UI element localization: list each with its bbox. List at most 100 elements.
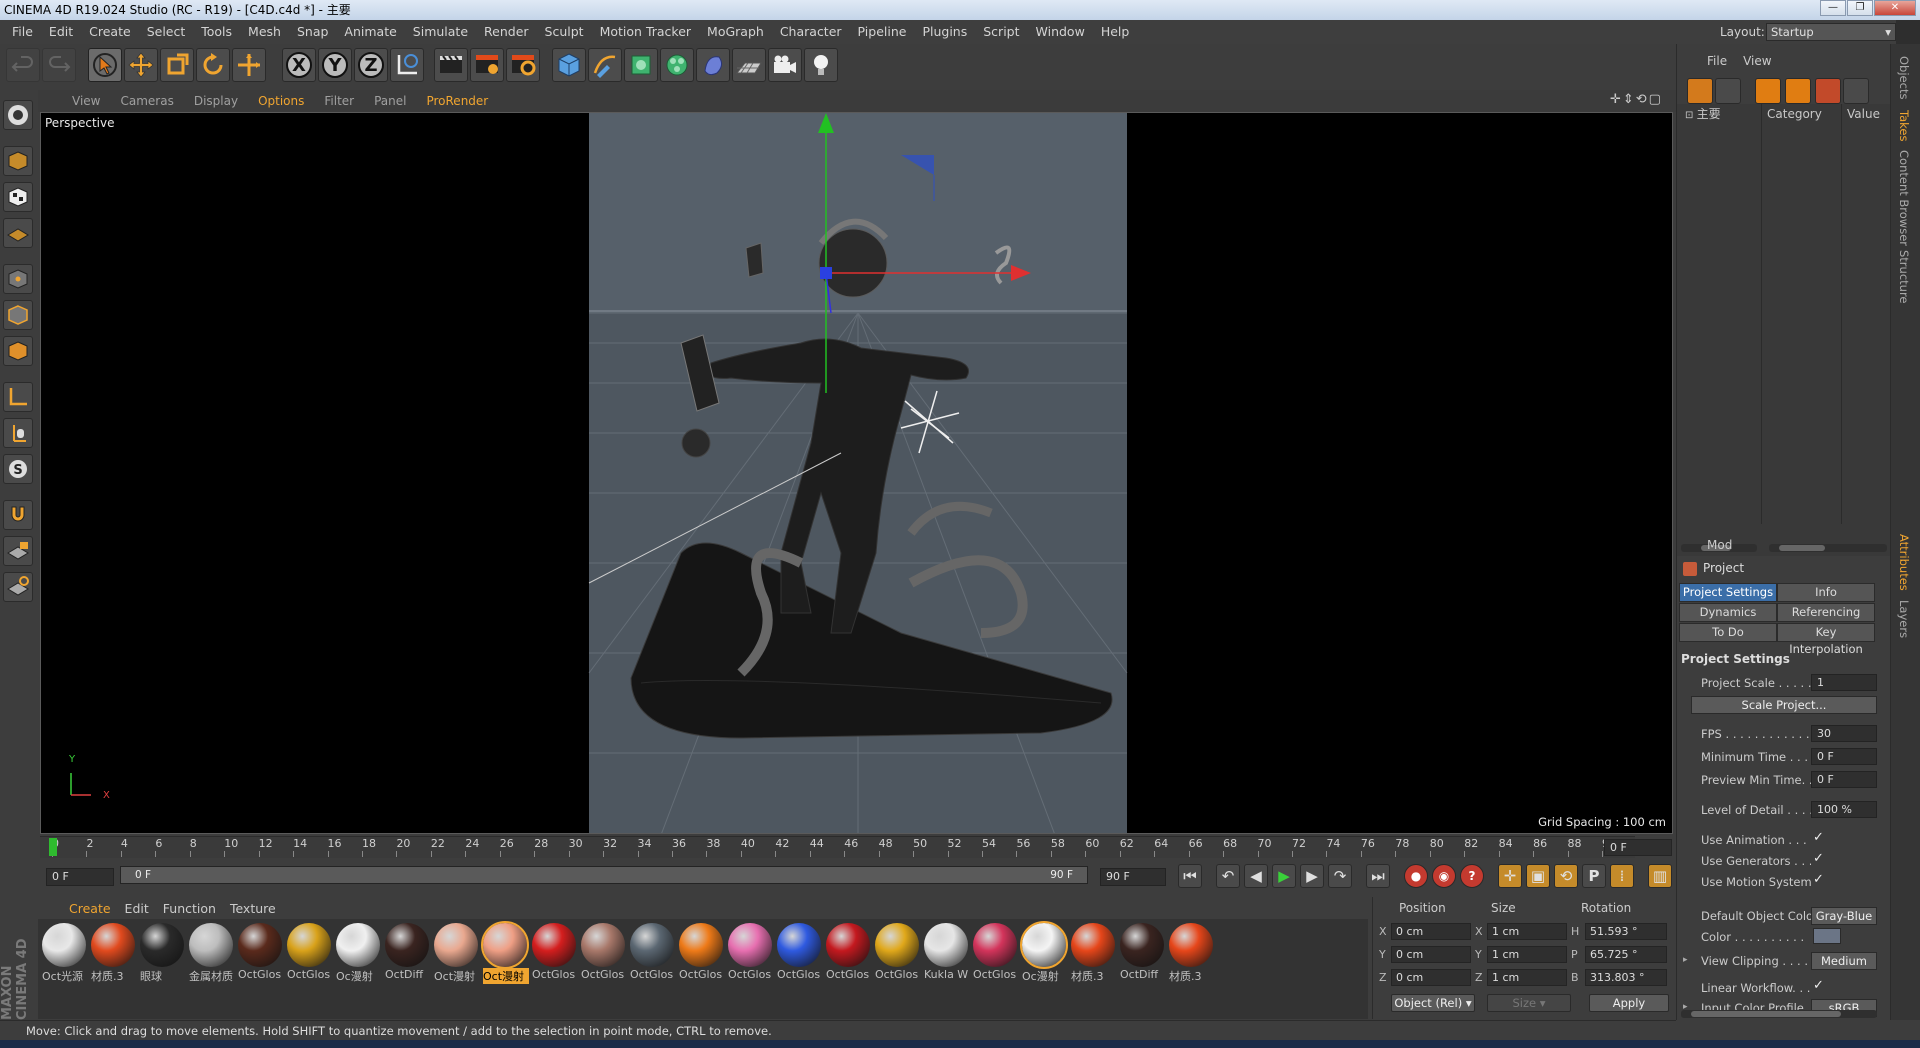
cube-icon[interactable] [552, 48, 586, 82]
current-frame-field[interactable]: 0 F [1604, 839, 1672, 856]
light-icon[interactable] [804, 48, 838, 82]
keyframe-selection-icon[interactable]: ? [1460, 864, 1484, 888]
subdivision-surface-icon[interactable] [624, 48, 658, 82]
viewport-menu-filter[interactable]: Filter [314, 90, 364, 112]
material-swatch[interactable]: 材质.3 [1071, 923, 1117, 983]
attributes-scrollbar[interactable] [1681, 1010, 1877, 1018]
y-axis-lock-button[interactable]: Y [318, 48, 352, 82]
enable-axis-icon[interactable] [3, 382, 33, 412]
rot-h-field[interactable]: 51.593 ° [1585, 923, 1667, 940]
menu-create[interactable]: Create [81, 20, 139, 44]
pen-spline-icon[interactable] [588, 48, 622, 82]
default-object-color-dropdown[interactable]: Gray-Blue [1811, 907, 1877, 925]
tab-project-settings[interactable]: Project Settings [1679, 583, 1777, 602]
pos-y-field[interactable]: 0 cm [1391, 946, 1471, 963]
key-position-icon[interactable]: ✛ [1498, 864, 1522, 888]
material-swatch[interactable]: Oct漫射 [481, 921, 529, 984]
menu-file[interactable]: File [4, 20, 41, 44]
start-frame-field[interactable]: 0 F [46, 868, 114, 886]
override-icon[interactable] [1755, 78, 1781, 104]
take-add-icon[interactable] [1687, 78, 1713, 104]
use-animation-checkbox[interactable]: ✓ [1813, 830, 1824, 845]
coordinate-mode-dropdown[interactable]: Object (Rel) ▾ [1391, 994, 1475, 1012]
menu-help[interactable]: Help [1093, 20, 1138, 44]
viewport-menu-panel[interactable]: Panel [364, 90, 416, 112]
size-x-field[interactable]: 1 cm [1487, 923, 1567, 940]
material-swatch[interactable]: OctDiff [1120, 923, 1166, 983]
timeline-window-icon[interactable]: ▥ [1648, 864, 1672, 888]
linear-workflow-checkbox[interactable]: ✓ [1813, 978, 1824, 993]
viewport-menu-options[interactable]: Options [248, 90, 314, 112]
viewport-menu-cameras[interactable]: Cameras [110, 90, 183, 112]
view-clipping-dropdown[interactable]: Medium [1811, 952, 1877, 970]
next-key-icon[interactable]: ↷ [1328, 864, 1352, 888]
tab-info[interactable]: Info [1777, 583, 1875, 602]
menu-snap[interactable]: Snap [289, 20, 336, 44]
undo-icon[interactable] [6, 48, 40, 82]
material-swatch[interactable]: OctGlos [973, 923, 1019, 983]
previous-key-icon[interactable]: ↶ [1216, 864, 1240, 888]
previous-frame-icon[interactable]: ◀ [1244, 864, 1268, 888]
color-swatch[interactable] [1813, 928, 1841, 944]
menu-character[interactable]: Character [772, 20, 850, 44]
key-parameter-icon[interactable]: P [1582, 864, 1606, 888]
pos-x-field[interactable]: 0 cm [1391, 923, 1471, 940]
menu-render[interactable]: Render [476, 20, 537, 44]
close-button[interactable]: ✕ [1874, 0, 1916, 16]
material-swatch[interactable]: OctGlos [238, 923, 284, 983]
workplane-mode-icon[interactable] [3, 218, 33, 248]
minimum-time-field[interactable]: 0 F [1811, 748, 1877, 765]
playhead[interactable] [49, 838, 57, 856]
minimize-button[interactable]: — [1820, 0, 1846, 16]
recent-tool-icon[interactable] [232, 48, 266, 82]
size-z-field[interactable]: 1 cm [1487, 969, 1567, 986]
take-tools-icon[interactable] [1715, 78, 1741, 104]
tab-objects[interactable]: Objects [1897, 56, 1911, 99]
viewport-menu-prorender[interactable]: ProRender [416, 90, 498, 112]
material-swatch[interactable]: OctGlos [679, 923, 725, 983]
material-swatch[interactable]: OctGlos [287, 923, 333, 983]
material-swatch[interactable]: 材质.3 [1169, 923, 1215, 983]
expand-arrow-icon[interactable]: ▸ [1683, 955, 1688, 965]
maximize-button[interactable]: ❐ [1847, 0, 1873, 16]
menu-mograph[interactable]: MoGraph [699, 20, 772, 44]
material-swatch[interactable]: OctDiff [385, 923, 431, 983]
rotate-tool-icon[interactable] [196, 48, 230, 82]
take-lock-icon[interactable] [1843, 78, 1869, 104]
menu-window[interactable]: Window [1028, 20, 1093, 44]
preview-range-slider[interactable]: 0 F 90 F [120, 866, 1088, 884]
material-menu-function[interactable]: Function [156, 901, 223, 916]
use-motion-system-checkbox[interactable]: ✓ [1813, 872, 1824, 887]
next-frame-icon[interactable]: ▶ [1300, 864, 1324, 888]
record-keys-icon[interactable]: ● [1404, 864, 1428, 888]
go-to-end-icon[interactable]: ⏭ [1366, 864, 1390, 888]
material-swatch[interactable]: Oct漫射 [434, 923, 480, 983]
viewport-navigation-icons[interactable]: ✛⇕⟲▢ [1610, 92, 1678, 110]
tab-content-browser[interactable]: Content Browser [1897, 150, 1911, 246]
material-swatch[interactable]: Oc漫射 [1020, 921, 1068, 983]
material-swatch[interactable]: OctGlos [826, 923, 872, 983]
timeline-ruler[interactable]: 0246810121416182022242628303234363840424… [40, 836, 1635, 858]
material-swatch[interactable]: Oct光源 [42, 923, 88, 983]
menu-mesh[interactable]: Mesh [240, 20, 289, 44]
material-menu-texture[interactable]: Texture [223, 901, 283, 916]
material-swatch[interactable]: OctGlos [630, 923, 676, 983]
model-mode-icon[interactable] [3, 146, 33, 176]
material-swatch[interactable]: Oc漫射 [336, 923, 382, 983]
edges-mode-icon[interactable] [3, 300, 33, 330]
autokeying-icon[interactable]: ◉ [1432, 864, 1456, 888]
tab-structure[interactable]: Structure [1897, 250, 1911, 304]
menu-motion-tracker[interactable]: Motion Tracker [592, 20, 699, 44]
menu-animate[interactable]: Animate [336, 20, 404, 44]
tweak-mode-icon[interactable] [3, 418, 33, 448]
z-axis-lock-button[interactable]: Z [354, 48, 388, 82]
tab-takes[interactable]: Takes [1897, 110, 1911, 142]
tab-to-do[interactable]: To Do [1679, 623, 1777, 642]
material-menu-create[interactable]: Create [62, 901, 118, 916]
material-swatch[interactable]: OctGlos [777, 923, 823, 983]
take-render-icon[interactable] [1815, 78, 1841, 104]
menu-pipeline[interactable]: Pipeline [850, 20, 915, 44]
viewport-menu-display[interactable]: Display [184, 90, 248, 112]
tab-dynamics[interactable]: Dynamics [1679, 603, 1777, 622]
camera-icon[interactable] [768, 48, 802, 82]
